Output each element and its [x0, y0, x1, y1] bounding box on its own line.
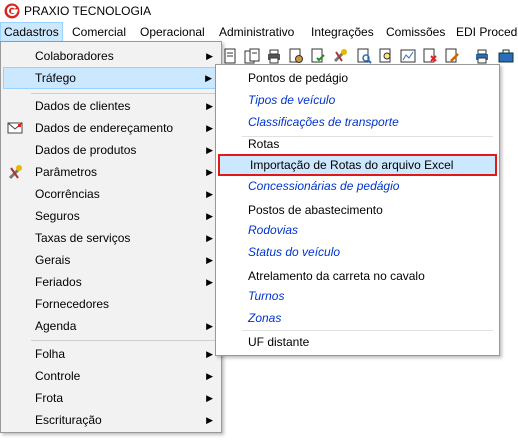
menu-item-gerais[interactable]: Gerais ▶	[3, 249, 219, 271]
submenu-arrow-icon: ▶	[206, 277, 213, 287]
submenu-arrow-icon: ▶	[206, 211, 213, 221]
submenu-arrow-icon: ▶	[206, 321, 213, 331]
menu-edi-proceda[interactable]: EDI Proceda	[453, 22, 518, 42]
submenu-item-concessionarias-de-pedagio[interactable]: Concessionárias de pedágio	[218, 175, 497, 197]
menu-item-feriados[interactable]: Feriados ▶	[3, 271, 219, 293]
tools-icon[interactable]	[332, 48, 348, 64]
submenu-arrow-icon: ▶	[206, 255, 213, 265]
menu-item-colaboradores[interactable]: Colaboradores ▶	[3, 45, 219, 67]
menu-item-fornecedores[interactable]: Fornecedores	[3, 293, 219, 315]
menu-operacional[interactable]: Operacional	[137, 22, 208, 42]
submenu-arrow-icon: ▶	[206, 167, 213, 177]
documents-icon[interactable]	[244, 48, 260, 64]
submenu-arrow-icon: ▶	[206, 415, 213, 425]
menu-integracoes[interactable]: Integrações	[308, 22, 377, 42]
praxio-logo-icon	[4, 3, 20, 19]
submenu-arrow-icon: ▶	[206, 393, 213, 403]
toolbox-icon[interactable]	[498, 48, 514, 64]
close-doc-icon[interactable]	[422, 48, 438, 64]
submenu-arrow-icon: ▶	[206, 145, 213, 155]
menu-item-trafego[interactable]: Tráfego ▶	[3, 67, 219, 89]
submenu-item-rodovias[interactable]: Rodovias	[218, 219, 497, 241]
menu-item-dados-de-enderecamento[interactable]: Dados de endereçamento ▶	[3, 117, 219, 139]
cadastros-menu: Colaboradores ▶ Tráfego ▶ Dados de clien…	[0, 41, 222, 433]
envelope-icon	[7, 122, 23, 134]
menu-administrativo[interactable]: Administrativo	[216, 22, 297, 42]
app-title: PRAXIO TECNOLOGIA	[24, 4, 152, 18]
title-bar: PRAXIO TECNOLOGIA	[0, 0, 518, 22]
report-icon[interactable]	[400, 48, 416, 64]
submenu-arrow-icon: ▶	[206, 349, 213, 359]
trafego-submenu: Pontos de pedágio Tipos de veículo Class…	[215, 64, 500, 356]
submenu-item-tipos-de-veiculo[interactable]: Tipos de veículo	[218, 89, 497, 111]
menu-item-seguros[interactable]: Seguros ▶	[3, 205, 219, 227]
menu-separator	[31, 93, 217, 94]
submenu-arrow-icon: ▶	[206, 51, 213, 61]
menu-item-dados-de-produtos[interactable]: Dados de produtos ▶	[3, 139, 219, 161]
submenu-item-importacao-rotas-excel[interactable]: Importação de Rotas do arquivo Excel	[218, 154, 497, 176]
menu-item-dados-de-clientes[interactable]: Dados de clientes ▶	[3, 95, 219, 117]
menu-cadastros[interactable]: Cadastros	[0, 22, 63, 42]
menu-item-taxas-de-servicos[interactable]: Taxas de serviços ▶	[3, 227, 219, 249]
submenu-item-uf-distante[interactable]: UF distante	[218, 331, 497, 353]
submenu-arrow-icon: ▶	[206, 189, 213, 199]
menu-item-escrituracao[interactable]: Escrituração ▶	[3, 409, 219, 431]
submenu-arrow-icon: ▶	[205, 73, 212, 83]
menu-item-controle[interactable]: Controle ▶	[3, 365, 219, 387]
submenu-item-zonas[interactable]: Zonas	[218, 307, 497, 329]
submenu-arrow-icon: ▶	[206, 123, 213, 133]
menu-bar: Cadastros Comercial Operacional Administ…	[0, 22, 518, 42]
submenu-item-atrelamento-carreta-cavalo[interactable]: Atrelamento da carreta no cavalo	[218, 265, 497, 287]
menu-item-parametros[interactable]: Parâmetros ▶	[3, 161, 219, 183]
submenu-item-rotas[interactable]: Rotas	[218, 133, 497, 155]
magnifier-document-icon[interactable]	[356, 48, 372, 64]
search-doc-icon[interactable]	[378, 48, 394, 64]
document-check-icon[interactable]	[310, 48, 326, 64]
submenu-item-status-do-veiculo[interactable]: Status do veículo	[218, 241, 497, 263]
submenu-arrow-icon: ▶	[206, 101, 213, 111]
submenu-item-postos-de-abastecimento[interactable]: Postos de abastecimento	[218, 199, 497, 221]
menu-item-agenda[interactable]: Agenda ▶	[3, 315, 219, 337]
menu-item-ocorrencias[interactable]: Ocorrências ▶	[3, 183, 219, 205]
printer-icon[interactable]	[266, 48, 282, 64]
menu-item-folha[interactable]: Folha ▶	[3, 343, 219, 365]
menu-separator	[31, 340, 217, 341]
submenu-arrow-icon: ▶	[206, 233, 213, 243]
document-gear-icon[interactable]	[288, 48, 304, 64]
submenu-arrow-icon: ▶	[206, 371, 213, 381]
menu-comercial[interactable]: Comercial	[69, 22, 129, 42]
submenu-item-classificacoes-de-transporte[interactable]: Classificações de transporte	[218, 111, 497, 133]
menu-comissoes[interactable]: Comissões	[383, 22, 448, 42]
document-icon[interactable]	[222, 48, 238, 64]
menu-item-frota[interactable]: Frota ▶	[3, 387, 219, 409]
edit-doc-icon[interactable]	[444, 48, 460, 64]
printer-color-icon[interactable]	[474, 48, 490, 64]
submenu-item-pontos-de-pedagio[interactable]: Pontos de pedágio	[218, 67, 497, 89]
submenu-item-turnos[interactable]: Turnos	[218, 285, 497, 307]
tools-icon	[8, 165, 22, 180]
